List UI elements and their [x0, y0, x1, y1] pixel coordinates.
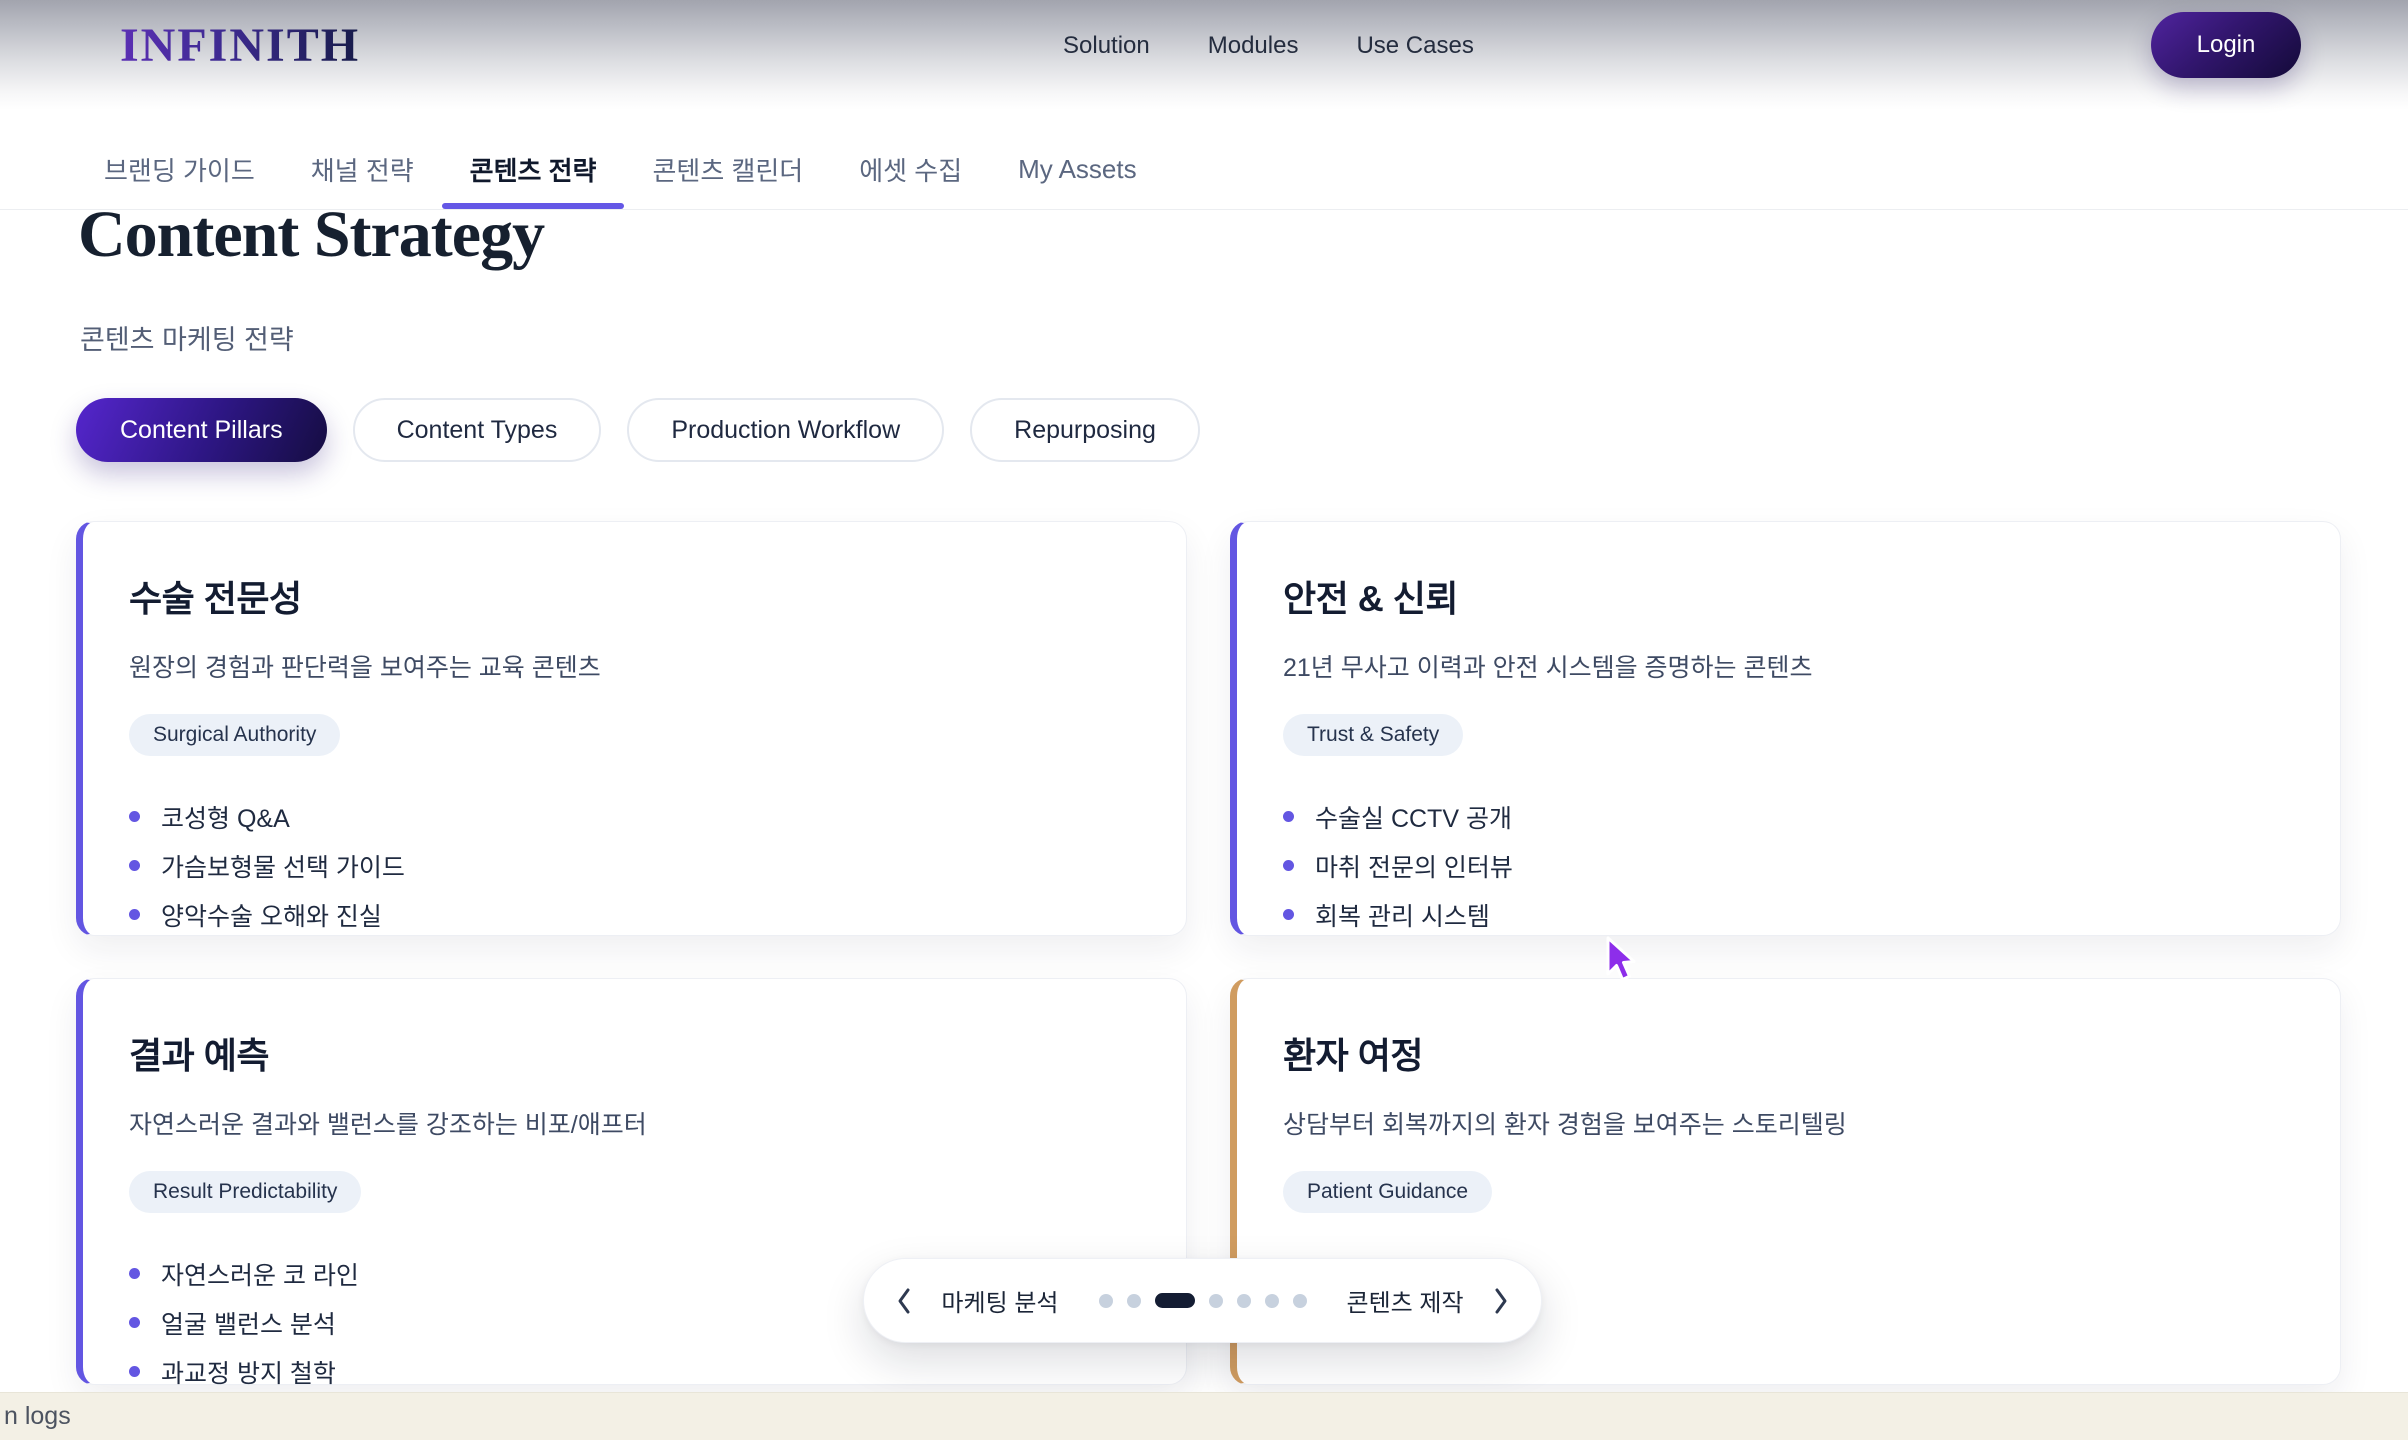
- progress-dot[interactable]: [1099, 1294, 1113, 1308]
- filter-repurposing[interactable]: Repurposing: [970, 398, 1200, 462]
- bullet-dot-icon: [1283, 909, 1294, 920]
- card-badge: Trust & Safety: [1283, 714, 1463, 756]
- bullet-dot-icon: [1283, 811, 1294, 822]
- brand-logo: INFINITH: [120, 18, 360, 73]
- card-badge: Result Predictability: [129, 1171, 361, 1213]
- card-description: 원장의 경험과 판단력을 보여주는 교육 콘텐츠: [129, 648, 1136, 684]
- list-item-label: 과교정 방지 철학: [161, 1354, 336, 1390]
- card-topic-list: 수술실 CCTV 공개 마취 전문의 인터뷰 회복 관리 시스템: [1283, 792, 2290, 939]
- list-item-label: 코성형 Q&A: [161, 799, 290, 835]
- list-item-label: 마취 전문의 인터뷰: [1315, 848, 1513, 884]
- progress-dots: [1099, 1293, 1307, 1308]
- list-item: 양악수술 오해와 진실: [129, 890, 1136, 939]
- progress-dot[interactable]: [1265, 1294, 1279, 1308]
- filter-content-pillars[interactable]: Content Pillars: [76, 398, 327, 462]
- page-subtitle: 콘텐츠 마케팅 전략: [80, 318, 294, 357]
- pillar-card-surgical-authority: 수술 전문성 원장의 경험과 판단력을 보여주는 교육 콘텐츠 Surgical…: [76, 521, 1187, 936]
- app-viewport: INFINITH Solution Modules Use Cases Logi…: [0, 0, 2408, 1440]
- bullet-dot-icon: [1283, 860, 1294, 871]
- card-description: 상담부터 회복까지의 환자 경험을 보여주는 스토리텔링: [1283, 1105, 2290, 1141]
- progress-dot-active[interactable]: [1155, 1293, 1195, 1308]
- card-title: 결과 예측: [129, 1027, 1136, 1079]
- list-item: 마취 전문의 인터뷰: [1283, 841, 2290, 890]
- bullet-dot-icon: [129, 1268, 140, 1279]
- section-pager: 마케팅 분석 콘텐츠 제작: [863, 1258, 1542, 1343]
- card-description: 21년 무사고 이력과 안전 시스템을 증명하는 콘텐츠: [1283, 648, 2290, 684]
- list-item-label: 가슴보형물 선택 가이드: [161, 848, 405, 884]
- list-item-label: 수술실 CCTV 공개: [1315, 799, 1512, 835]
- card-title: 안전 & 신뢰: [1283, 570, 2290, 622]
- progress-dot[interactable]: [1127, 1294, 1141, 1308]
- page-title: Content Strategy: [78, 200, 544, 269]
- card-badge: Surgical Authority: [129, 714, 340, 756]
- filter-content-types[interactable]: Content Types: [353, 398, 602, 462]
- chevron-right-icon[interactable]: [1494, 1287, 1509, 1315]
- tab-my-assets[interactable]: My Assets: [1018, 130, 1136, 209]
- bullet-dot-icon: [129, 1366, 140, 1377]
- list-item: 회복 관리 시스템: [1283, 890, 2290, 939]
- progress-dot[interactable]: [1293, 1294, 1307, 1308]
- tab-content-calendar[interactable]: 콘텐츠 캘린더: [652, 130, 803, 209]
- bullet-dot-icon: [129, 811, 140, 822]
- logs-label[interactable]: n logs: [4, 1402, 71, 1431]
- filter-pills: Content Pillars Content Types Production…: [76, 398, 1200, 462]
- card-topic-list: 코성형 Q&A 가슴보형물 선택 가이드 양악수술 오해와 진실: [129, 792, 1136, 939]
- pager-prev-label[interactable]: 마케팅 분석: [941, 1283, 1058, 1318]
- chevron-left-icon[interactable]: [896, 1287, 911, 1315]
- login-button[interactable]: Login: [2151, 12, 2301, 78]
- top-nav: Solution Modules Use Cases: [1063, 30, 1474, 62]
- tab-asset-collection[interactable]: 에셋 수집: [859, 130, 962, 209]
- card-description: 자연스러운 결과와 밸런스를 강조하는 비포/애프터: [129, 1105, 1136, 1141]
- filter-production-workflow[interactable]: Production Workflow: [627, 398, 944, 462]
- list-item-label: 자연스러운 코 라인: [161, 1256, 359, 1292]
- list-item-label: 얼굴 밸런스 분석: [161, 1305, 336, 1341]
- list-item: 수술실 CCTV 공개: [1283, 792, 2290, 841]
- pillar-card-trust-safety: 안전 & 신뢰 21년 무사고 이력과 안전 시스템을 증명하는 콘텐츠 Tru…: [1230, 521, 2341, 936]
- pager-next-label[interactable]: 콘텐츠 제작: [1347, 1283, 1464, 1318]
- bullet-dot-icon: [129, 909, 140, 920]
- list-item: 과교정 방지 철학: [129, 1347, 1136, 1396]
- site-header: INFINITH Solution Modules Use Cases Logi…: [0, 0, 2408, 110]
- nav-link-solution[interactable]: Solution: [1063, 30, 1150, 62]
- logs-strip: n logs: [0, 1392, 2408, 1440]
- nav-link-use-cases[interactable]: Use Cases: [1356, 30, 1473, 62]
- nav-link-modules[interactable]: Modules: [1208, 30, 1299, 62]
- progress-dot[interactable]: [1237, 1294, 1251, 1308]
- card-title: 수술 전문성: [129, 570, 1136, 622]
- list-item: 가슴보형물 선택 가이드: [129, 841, 1136, 890]
- card-title: 환자 여정: [1283, 1027, 2290, 1079]
- list-item-label: 회복 관리 시스템: [1315, 897, 1490, 933]
- list-item-label: 양악수술 오해와 진실: [161, 897, 382, 933]
- list-item: 코성형 Q&A: [129, 792, 1136, 841]
- bullet-dot-icon: [129, 1317, 140, 1328]
- progress-dot[interactable]: [1209, 1294, 1223, 1308]
- pillar-cards-grid: 수술 전문성 원장의 경험과 판단력을 보여주는 교육 콘텐츠 Surgical…: [76, 521, 2341, 1385]
- bullet-dot-icon: [129, 860, 140, 871]
- card-badge: Patient Guidance: [1283, 1171, 1492, 1213]
